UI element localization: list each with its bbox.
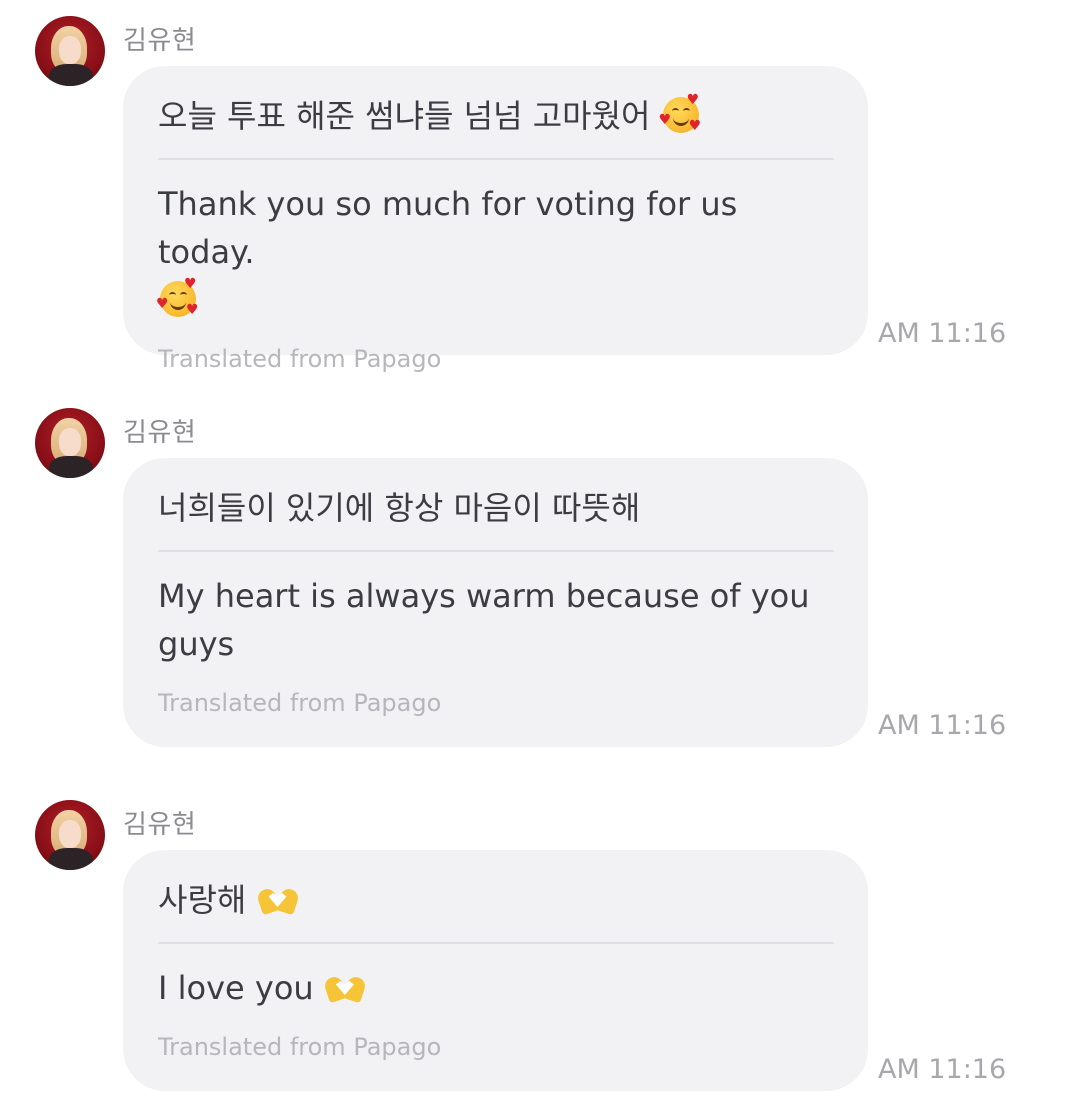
message-time: AM 11:16 <box>878 1054 1007 1085</box>
translation-credit: Translated from Papago <box>158 689 442 717</box>
message-bubble[interactable]: 사랑해 I love you Translated from Papago <box>123 850 868 1091</box>
avatar[interactable] <box>35 800 105 870</box>
message-bubble[interactable]: 오늘 투표 해준 썸냐들 넘넘 고마웠어 ♥ ♥ ♥ Thank you so mu… <box>123 66 868 373</box>
message-bubble[interactable]: 너희들이 있기에 항상 마음이 따뜻해 My heart is always w… <box>123 458 868 747</box>
translation-credit: Translated from Papago <box>158 1033 442 1061</box>
avatar-body <box>49 848 93 870</box>
translation-credit: Translated from Papago <box>158 345 442 373</box>
smiling-face-with-hearts-icon: ♥ ♥ ♥ <box>156 276 199 318</box>
avatar-body <box>49 456 93 478</box>
avatar-body <box>49 64 93 86</box>
avatar-face <box>59 428 81 456</box>
heart-hands-icon <box>255 883 300 917</box>
message-time: AM 11:16 <box>878 710 1007 741</box>
avatar[interactable] <box>35 408 105 478</box>
translated-text-row: I love you <box>158 964 834 1012</box>
translated-text: I love you <box>158 969 314 1007</box>
original-text-row: 너희들이 있기에 항상 마음이 따뜻해 <box>158 486 834 552</box>
sender-name: 김유현 <box>123 26 197 56</box>
avatar-face <box>59 820 81 848</box>
avatar-face <box>59 36 81 64</box>
smiling-face-with-hearts-icon: ♥ ♥ ♥ <box>658 92 702 134</box>
translated-text: My heart is always warm because of you g… <box>158 577 810 663</box>
translated-text: Thank you so much for voting for us toda… <box>158 185 738 271</box>
sender-name: 김유현 <box>123 810 197 840</box>
message-time: AM 11:16 <box>878 318 1007 349</box>
original-text: 오늘 투표 해준 썸냐들 넘넘 고마웠어 <box>158 97 651 135</box>
original-text-row: 사랑해 <box>158 878 834 944</box>
heart-hands-icon <box>322 971 368 1005</box>
sender-name: 김유현 <box>123 418 197 448</box>
original-text: 너희들이 있기에 항상 마음이 따뜻해 <box>158 489 641 527</box>
translated-text-row: Thank you so much for voting for us toda… <box>156 180 834 324</box>
original-text: 사랑해 <box>158 881 247 919</box>
translated-text-row: My heart is always warm because of you g… <box>158 572 834 668</box>
original-text-row: 오늘 투표 해준 썸냐들 넘넘 고마웠어 ♥ ♥ ♥ <box>158 92 834 160</box>
avatar[interactable] <box>35 16 105 86</box>
